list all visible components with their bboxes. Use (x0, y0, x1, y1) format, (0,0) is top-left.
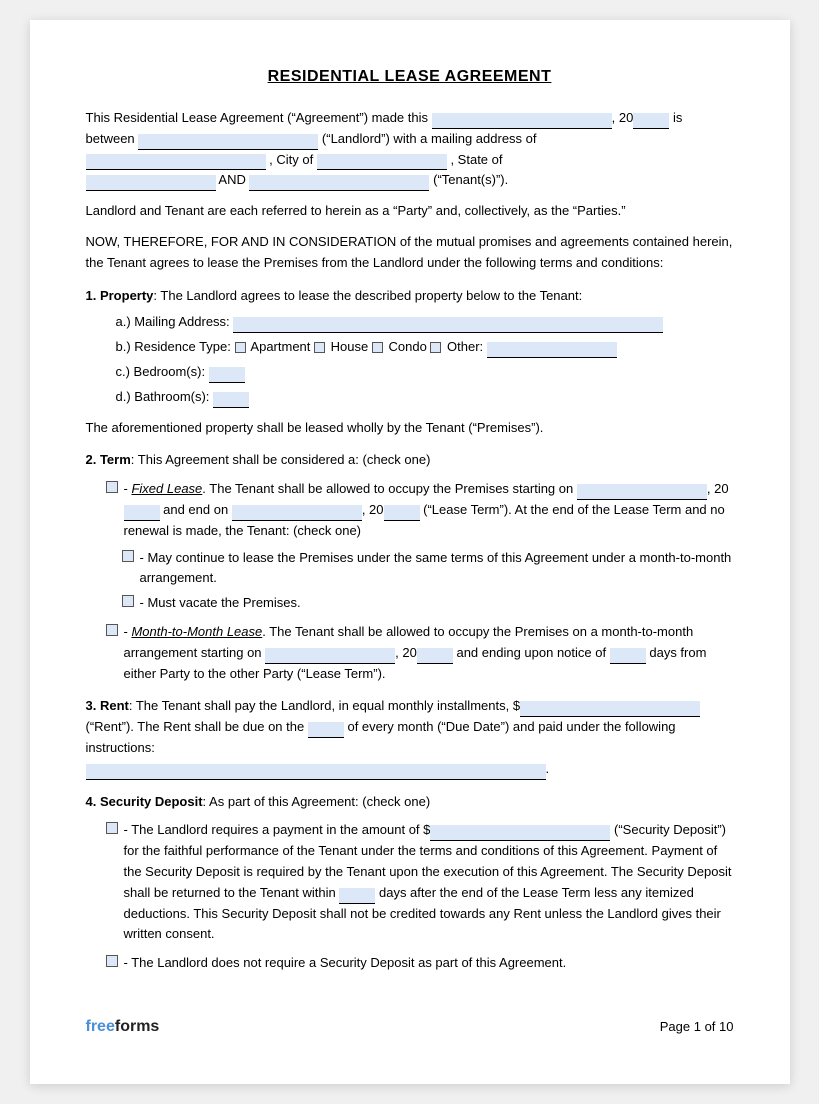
bathrooms-field[interactable] (213, 392, 249, 408)
intro-paragraph: This Residential Lease Agreement (“Agree… (86, 108, 734, 191)
section-3: 3. Rent: The Tenant shall pay the Landlo… (86, 696, 734, 779)
section1-item-b: b.) Residence Type: Apartment House Cond… (116, 337, 734, 358)
month-lease-checkbox[interactable] (106, 624, 118, 636)
section-2: 2. Term: This Agreement shall be conside… (86, 450, 734, 684)
date-field[interactable] (432, 113, 612, 129)
document-page: RESIDENTIAL LEASE AGREEMENT This Residen… (30, 20, 790, 1084)
month-lease-label: Month-to-Month Lease (131, 624, 262, 639)
no-security-deposit-checkbox[interactable] (106, 955, 118, 967)
section1-text: : The Landlord agrees to lease the descr… (153, 288, 582, 303)
section1-item-c: c.) Bedroom(s): (116, 362, 734, 383)
logo-free: free (86, 1018, 115, 1035)
consideration-text: NOW, THEREFORE, FOR AND IN CONSIDERATION… (86, 232, 734, 274)
payment-instructions-field[interactable] (86, 764, 546, 780)
section-4: 4. Security Deposit: As part of this Agr… (86, 792, 734, 974)
security-deposit-option2: - The Landlord does not require a Securi… (106, 953, 734, 974)
notice-days-field[interactable] (610, 648, 646, 664)
month-lease-option: - Month-to-Month Lease. The Tenant shall… (106, 622, 734, 684)
party-note: Landlord and Tenant are each referred to… (86, 201, 734, 222)
month-start-date[interactable] (265, 648, 395, 664)
page-footer: freeforms Page 1 of 10 (86, 1010, 734, 1036)
address-street-field[interactable] (86, 154, 266, 170)
section-1: 1. Property: The Landlord agrees to leas… (86, 286, 734, 439)
other-checkbox[interactable] (430, 342, 441, 353)
vacate-checkbox[interactable] (122, 595, 134, 607)
house-checkbox[interactable] (314, 342, 325, 353)
section1-heading: 1. Property (86, 288, 154, 303)
fixed-end-year[interactable] (384, 505, 420, 521)
security-deposit-option1: - The Landlord requires a payment in the… (106, 820, 734, 945)
month-to-month-checkbox[interactable] (122, 550, 134, 562)
landlord-name-field[interactable] (138, 134, 318, 150)
page-number: Page 1 of 10 (660, 1019, 734, 1034)
fixed-lease-label: Fixed Lease (131, 481, 202, 496)
security-deposit-checkbox[interactable] (106, 822, 118, 834)
condo-checkbox[interactable] (372, 342, 383, 353)
state-field[interactable] (86, 175, 216, 191)
section1-item-a: a.) Mailing Address: (116, 312, 734, 333)
section2-heading: 2. Term (86, 452, 131, 467)
fixed-lease-option: - Fixed Lease. The Tenant shall be allow… (106, 479, 734, 541)
document-title: RESIDENTIAL LEASE AGREEMENT (86, 68, 734, 86)
intro-line1: This Residential Lease Agreement (“Agree… (86, 110, 429, 125)
tenant-name-field[interactable] (249, 175, 429, 191)
year-field[interactable] (633, 113, 669, 129)
month-start-year[interactable] (417, 648, 453, 664)
fixed-option1: - May continue to lease the Premises und… (122, 548, 734, 590)
rent-amount-field[interactable] (520, 701, 700, 717)
bedrooms-field[interactable] (209, 367, 245, 383)
fixed-start-date[interactable] (577, 484, 707, 500)
other-type-field[interactable] (487, 342, 617, 358)
return-days-field[interactable] (339, 888, 375, 904)
fixed-option2: - Must vacate the Premises. (122, 593, 734, 614)
logo-forms: forms (115, 1018, 159, 1035)
section3-heading: 3. Rent (86, 698, 129, 713)
mailing-address-field[interactable] (233, 317, 663, 333)
fixed-end-date[interactable] (232, 505, 362, 521)
section1-items: a.) Mailing Address: b.) Residence Type:… (116, 312, 734, 407)
apartment-checkbox[interactable] (235, 342, 246, 353)
freeforms-logo: freeforms (86, 1018, 160, 1036)
section4-heading: 4. Security Deposit (86, 794, 203, 809)
fixed-lease-checkbox[interactable] (106, 481, 118, 493)
city-field[interactable] (317, 154, 447, 170)
section1-closing: The aforementioned property shall be lea… (86, 418, 734, 439)
security-deposit-amount[interactable] (430, 825, 610, 841)
section1-item-d: d.) Bathroom(s): (116, 387, 734, 408)
due-date-field[interactable] (308, 722, 344, 738)
fixed-start-year[interactable] (124, 505, 160, 521)
